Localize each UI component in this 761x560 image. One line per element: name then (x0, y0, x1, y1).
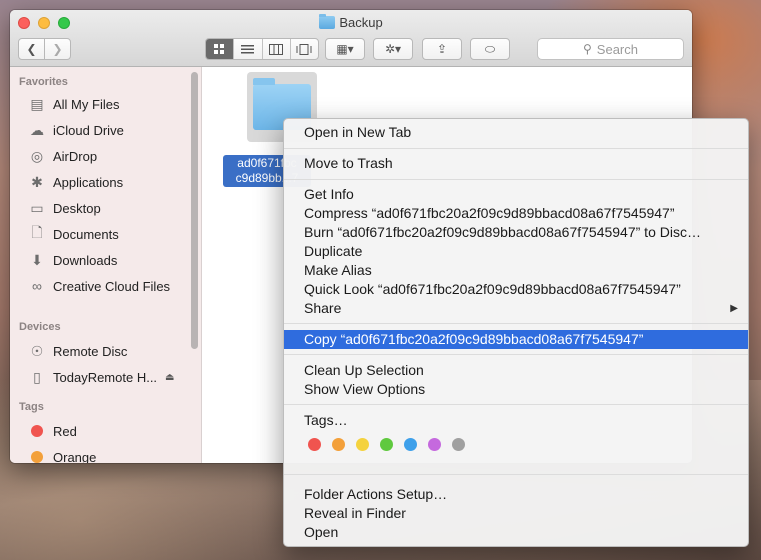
menu-separator (284, 404, 748, 405)
tag-purple-dot-icon[interactable] (428, 438, 441, 451)
menu-item-compress[interactable]: Compress “ad0f671fbc20a2f09c9d89bbacd08a… (284, 204, 748, 223)
menu-item-folder-actions-setup[interactable]: Folder Actions Setup… (284, 485, 748, 504)
sidebar-item-desktop[interactable]: ▭ Desktop (28, 197, 100, 219)
drive-icon: ▯ (33, 368, 41, 385)
menu-item-make-alias[interactable]: Make Alias (284, 261, 748, 280)
menu-item-move-to-trash[interactable]: Move to Trash (284, 154, 748, 173)
menu-item-open-in-new-tab[interactable]: Open in New Tab (284, 123, 748, 142)
action-button[interactable]: ✲▾ (373, 38, 413, 60)
sidebar-item-remote-disc[interactable]: ☉ Remote Disc (28, 340, 128, 362)
downloads-icon: ⬇ (31, 251, 43, 268)
search-field[interactable]: ⚲ Search (537, 38, 684, 60)
menu-item-reveal-in-finder[interactable]: Reveal in Finder (284, 504, 748, 523)
tag-red-dot-icon[interactable] (308, 438, 321, 451)
tag-green-dot-icon[interactable] (380, 438, 393, 451)
list-view-icon (241, 44, 255, 53)
share-icon: ⇪ (436, 42, 448, 56)
applications-icon: ✱ (31, 173, 43, 190)
creative-cloud-icon: ∞ (32, 278, 42, 294)
orange-tag-dot-icon (31, 451, 43, 463)
view-mode-group (205, 38, 319, 60)
menu-item-duplicate[interactable]: Duplicate (284, 242, 748, 261)
menu-item-clean-up-selection[interactable]: Clean Up Selection (284, 361, 748, 380)
eject-icon[interactable]: ⏏ (165, 372, 174, 383)
sidebar-item-airdrop[interactable]: ◎ AirDrop (28, 145, 97, 167)
sidebar-item-downloads[interactable]: ⬇ Downloads (28, 249, 117, 271)
sidebar-item-applications[interactable]: ✱ Applications (28, 171, 123, 193)
column-view-icon (269, 43, 284, 55)
sidebar-item-tag-red[interactable]: Red (28, 420, 77, 442)
menu-item-get-info[interactable]: Get Info (284, 185, 748, 204)
tag-blue-dot-icon[interactable] (404, 438, 417, 451)
cover-flow-icon (296, 43, 312, 55)
icon-view-icon (214, 43, 225, 54)
context-menu: Open in New Tab Move to Trash Get Info C… (283, 118, 749, 547)
tag-color-row (308, 438, 476, 451)
window-title: Backup (10, 14, 692, 30)
menu-separator (284, 148, 748, 149)
menu-separator (284, 179, 748, 180)
menu-item-burn[interactable]: Burn “ad0f671fbc20a2f09c9d89bbacd08a67f7… (284, 223, 748, 242)
disc-icon: ☉ (30, 342, 44, 359)
tags-header: Tags (19, 401, 44, 413)
list-view-button[interactable] (234, 39, 263, 59)
folder-icon (319, 14, 336, 29)
menu-item-open[interactable]: Open (284, 523, 748, 542)
sidebar-item-all-my-files[interactable]: ▤ All My Files (28, 93, 119, 115)
tag-gray-dot-icon[interactable] (452, 438, 465, 451)
tag-yellow-dot-icon[interactable] (356, 438, 369, 451)
toolbar: Backup ❮ ❯ ▦▾ ✲▾ ⇪ ⬭ ⚲ Search (10, 10, 692, 67)
icloud-icon: ☁ (30, 121, 44, 138)
tag-orange-dot-icon[interactable] (332, 438, 345, 451)
sidebar-item-documents[interactable]: 🗋 Documents (28, 223, 118, 245)
sidebar-item-todayremote[interactable]: ▯ TodayRemote H... ⏏ (28, 366, 174, 388)
menu-item-show-view-options[interactable]: Show View Options (284, 380, 748, 399)
menu-item-copy[interactable]: Copy “ad0f671fbc20a2f09c9d89bbacd08a67f7… (284, 330, 748, 349)
tag-icon: ⬭ (484, 41, 496, 56)
icon-view-button[interactable] (206, 39, 235, 59)
submenu-arrow-icon: ▶ (730, 303, 738, 314)
share-button[interactable]: ⇪ (422, 38, 462, 60)
column-view-button[interactable] (263, 39, 291, 59)
search-icon: ⚲ (583, 42, 592, 56)
sidebar-item-creative-cloud-files[interactable]: ∞ Creative Cloud Files (28, 275, 170, 297)
devices-header: Devices (19, 321, 61, 333)
sidebar-item-tag-orange[interactable]: Orange (28, 446, 96, 463)
arrange-button[interactable]: ▦▾ (325, 38, 365, 60)
desktop-icon: ▭ (30, 199, 44, 216)
forward-button[interactable]: ❯ (44, 38, 71, 60)
cover-flow-button[interactable] (291, 39, 318, 59)
menu-item-share[interactable]: Share ▶ (284, 299, 748, 318)
menu-item-tags[interactable]: Tags… (284, 411, 748, 430)
airdrop-icon: ◎ (30, 147, 44, 164)
sidebar-scrollbar[interactable] (191, 72, 198, 349)
chevron-right-icon: ❯ (52, 42, 63, 56)
menu-separator (284, 474, 748, 475)
edit-tags-button[interactable]: ⬭ (470, 38, 510, 60)
menu-separator (284, 354, 748, 355)
sidebar: Favorites ▤ All My Files ☁ iCloud Drive ◎ A… (10, 67, 202, 463)
all-my-files-icon: ▤ (30, 95, 44, 112)
menu-separator (284, 323, 748, 324)
chevron-left-icon: ❮ (26, 42, 37, 56)
sidebar-item-icloud-drive[interactable]: ☁ iCloud Drive (28, 119, 124, 141)
favorites-header: Favorites (19, 76, 68, 88)
documents-icon: 🗋 (31, 224, 43, 240)
back-button[interactable]: ❮ (18, 38, 45, 60)
arrange-icon: ▦▾ (336, 42, 354, 56)
red-tag-dot-icon (31, 425, 43, 437)
menu-item-quick-look[interactable]: Quick Look “ad0f671fbc20a2f09c9d89bbacd0… (284, 280, 748, 299)
gear-icon: ✲▾ (384, 42, 402, 56)
